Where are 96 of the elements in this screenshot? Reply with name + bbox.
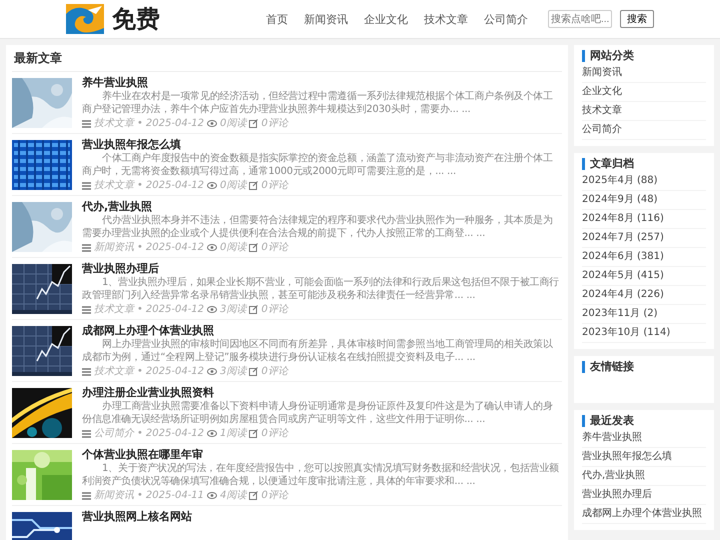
article-title[interactable]: 个体营业执照在哪里年审	[82, 447, 562, 462]
article-date: 2025-04-12	[146, 179, 204, 192]
search-field[interactable]: 搜索点啥吧...	[548, 10, 612, 28]
edit-icon	[249, 181, 258, 190]
article-date: 2025-04-12	[146, 427, 204, 440]
edit-icon	[249, 119, 258, 128]
list-icon	[82, 244, 91, 252]
sidebar-link[interactable]: 公司简介	[582, 121, 706, 140]
separator-dot: •	[137, 427, 143, 440]
read-count: 3阅读	[220, 303, 246, 316]
article-summary: 养牛业在农村是一项常见的经济活动，但经营过程中需遵循一系列法律规范根据个体工商户条例及个体工商户登记管理办法，养牛个体户应首先办理营业执照养牛规模达到2030头时，需要办... ...	[82, 90, 554, 116]
list-icon	[82, 430, 91, 438]
widget-title: 网站分类	[582, 50, 706, 62]
wave-logo-icon	[66, 4, 104, 34]
sidebar-link[interactable]: 技术文章	[582, 102, 706, 121]
sidebar-link[interactable]: 代办,营业执照	[582, 467, 706, 486]
article-title[interactable]: 成都网上办理个体营业执照	[82, 323, 562, 338]
comment-count: 0评论	[261, 365, 288, 378]
article-title[interactable]: 代办,营业执照	[82, 199, 562, 214]
article-date: 2025-04-12	[146, 117, 204, 130]
list-icon	[82, 492, 91, 500]
eye-icon	[207, 306, 218, 313]
separator-dot: •	[137, 489, 143, 502]
sidebar-link[interactable]: 2024年6月 (381)	[582, 248, 706, 267]
separator-dot: •	[137, 117, 143, 130]
separator-dot: •	[137, 179, 143, 192]
sidebar-link[interactable]: 营业执照年报怎么填	[582, 448, 706, 467]
sidebar-link[interactable]: 2024年8月 (116)	[582, 210, 706, 229]
sidebar-link[interactable]: 企业文化	[582, 83, 706, 102]
list-icon	[82, 120, 91, 128]
article-title[interactable]: 营业执照年报怎么填	[82, 137, 562, 152]
edit-icon	[249, 367, 258, 376]
comment-count: 0评论	[261, 489, 288, 502]
list-icon	[82, 368, 91, 376]
search-button[interactable]: 搜索	[620, 10, 654, 28]
article-date: 2025-04-12	[146, 241, 204, 254]
sidebar-link[interactable]: 新闻资讯	[582, 64, 706, 83]
sidebar-link[interactable]: 2023年10月 (114)	[582, 324, 706, 343]
eye-icon	[207, 244, 218, 251]
read-count: 0阅读	[220, 241, 246, 254]
site-logo-text: 免费	[112, 3, 160, 35]
eye-icon	[207, 492, 218, 499]
eye-icon	[207, 368, 218, 375]
widget-title: 友情链接	[582, 361, 706, 373]
sidebar-link[interactable]: 营业执照办理后	[582, 486, 706, 505]
read-count: 0阅读	[220, 117, 246, 130]
edit-icon	[249, 243, 258, 252]
eye-icon	[207, 120, 218, 127]
read-count: 1阅读	[220, 427, 246, 440]
section-title: 最新文章	[12, 45, 562, 72]
comment-count: 0评论	[261, 179, 288, 192]
sidebar-link[interactable]: 成都网上办理个体营业执照	[582, 505, 706, 524]
list-icon	[82, 306, 91, 314]
edit-icon	[249, 305, 258, 314]
nav-link[interactable]: 公司简介	[480, 12, 532, 26]
article-title[interactable]: 营业执照办理后	[82, 261, 562, 276]
sidebar-link[interactable]: 2024年5月 (415)	[582, 267, 706, 286]
widget-title: 文章归档	[582, 158, 706, 170]
comment-count: 0评论	[261, 241, 288, 254]
sidebar-link[interactable]: 2025年4月 (88)	[582, 172, 706, 191]
article-summary: 1、关于资产状况的写法，在年度经营报告中，您可以按照真实情况填写财务数据和经营状况，包括营业额利润资产负债状况等确保填写准确合规，以便通过年度审批请注意，具体的年审要求和... ...	[82, 462, 560, 488]
article-title[interactable]: 办理注册企业营业执照资料	[82, 385, 562, 400]
widget-title: 最近发表	[582, 415, 706, 427]
comment-count: 0评论	[261, 303, 288, 316]
article-title[interactable]: 养牛营业执照	[82, 75, 562, 90]
eye-icon	[207, 182, 218, 189]
article-summary: 1、营业执照办理后，如果企业长期不营业，可能会面临一系列的法律和行政后果这包括但不限于被工商行政管理部门列入经营异常名录吊销营业执照，甚至可能涉及税务和法律责任一经营异常... ...	[82, 276, 560, 302]
nav-link[interactable]: 首页	[262, 12, 292, 26]
sidebar-link[interactable]: 养牛营业执照	[582, 429, 706, 448]
nav-link[interactable]: 新闻资讯	[300, 12, 352, 26]
edit-icon	[249, 429, 258, 438]
article-date: 2025-04-12	[146, 365, 204, 378]
eye-icon	[207, 430, 218, 437]
separator-dot: •	[137, 365, 143, 378]
article-summary: 代办营业执照本身并不违法，但需要符合法律规定的程序和要求代办营业执照作为一种服务，其本质是为需要办理营业执照的企业或个人提供便利在合法合规的前提下，代办人按照正常的工商登... ...	[82, 214, 554, 240]
sidebar-link[interactable]: 2024年9月 (48)	[582, 191, 706, 210]
list-icon	[82, 182, 91, 190]
article-summary: 个体工商户年度报告中的资金数额是指实际掌控的资金总额，涵盖了流动资产与非流动资产在注册个体工商户时，无需将资金数额填写得过高，通常1000元或2000元即可需要注意的是，... ...	[82, 152, 554, 178]
sidebar-link[interactable]: 2023年11月 (2)	[582, 305, 706, 324]
edit-icon	[249, 491, 258, 500]
sidebar-link[interactable]: 2024年4月 (226)	[582, 286, 706, 305]
comment-count: 0评论	[261, 117, 288, 130]
nav-link[interactable]: 技术文章	[420, 12, 472, 26]
nav-link[interactable]: 企业文化	[360, 12, 412, 26]
sidebar-link[interactable]: 2024年7月 (257)	[582, 229, 706, 248]
article-title[interactable]: 营业执照网上核名网站	[82, 509, 562, 524]
read-count: 0阅读	[220, 179, 246, 192]
read-count: 4阅读	[220, 489, 246, 502]
read-count: 3阅读	[220, 365, 246, 378]
article-summary: 办理工商营业执照需要准备以下资料申请人身份证明通常是身份证原件及复印件这是为了确认申请人的身份信息准确无误经营场所证明例如房屋租赁合同或房产证明等文件，这些文件用于证明你... ...	[82, 400, 554, 426]
comment-count: 0评论	[261, 427, 288, 440]
separator-dot: •	[137, 241, 143, 254]
separator-dot: •	[137, 303, 143, 316]
article-date: 2025-04-12	[146, 303, 204, 316]
article-date: 2025-04-11	[146, 489, 204, 502]
article-summary: 网上办理营业执照的审核时间因地区不同而有所差异，具体审核时间需参照当地工商管理局的相关政策以成都市为例，通过“全程网上登记”服务模块进行身份认证核名在线拍照提交资料及电子... ...	[82, 338, 554, 364]
